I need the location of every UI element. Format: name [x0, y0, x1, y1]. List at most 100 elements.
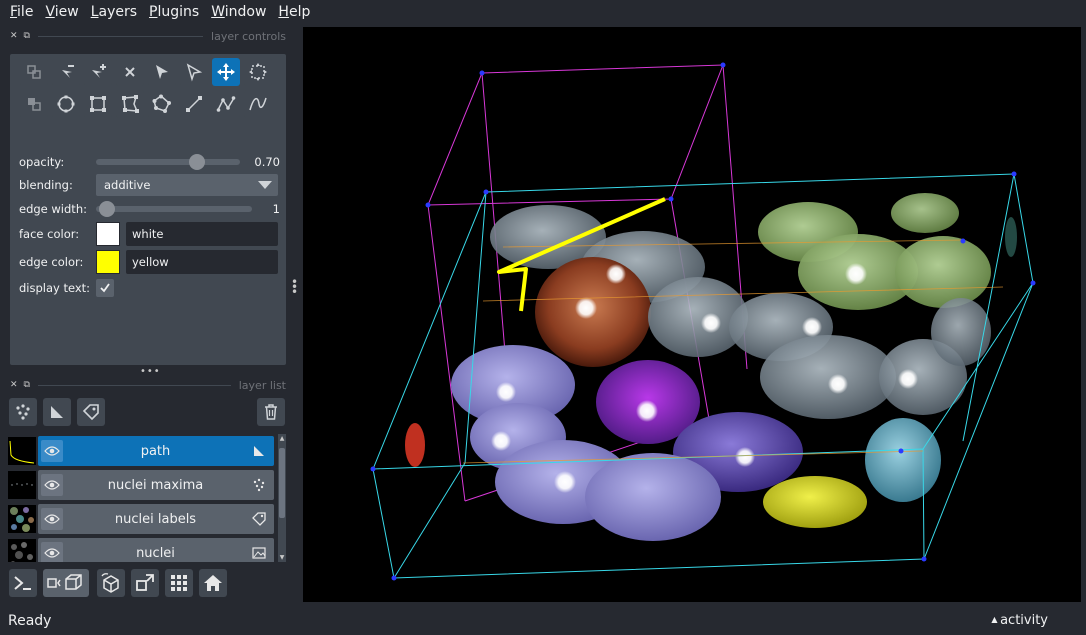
chevron-up-icon: ▲	[991, 615, 1001, 624]
edge-width-slider[interactable]	[96, 201, 252, 217]
add-vertex-icon[interactable]	[84, 58, 112, 86]
close-dock-icon[interactable]: ✕	[10, 380, 18, 390]
3d-scene[interactable]	[303, 27, 1081, 602]
face-color-swatch[interactable]	[96, 222, 120, 246]
eye-icon	[44, 480, 60, 490]
console-button[interactable]	[9, 569, 37, 597]
edge-width-slider-handle[interactable]	[99, 201, 116, 217]
direct-select-icon[interactable]	[180, 58, 208, 86]
edge-color-value: yellow	[132, 255, 169, 269]
edge-color-label: edge color:	[19, 255, 84, 269]
checkmark-icon	[100, 283, 110, 293]
layer-name[interactable]: nuclei	[63, 546, 248, 561]
polyline-icon[interactable]	[244, 90, 272, 118]
close-dock-icon[interactable]: ✕	[10, 31, 18, 41]
menu-window[interactable]: Window	[205, 4, 272, 20]
viewer-canvas[interactable]	[303, 27, 1081, 602]
display-text-checkbox[interactable]	[96, 279, 114, 297]
dock-resize-handle[interactable]: • • •	[291, 276, 298, 298]
visibility-toggle[interactable]	[41, 440, 63, 462]
opacity-slider[interactable]	[96, 154, 240, 170]
opacity-slider-handle[interactable]	[188, 154, 205, 170]
edge-width-value: 1	[272, 202, 280, 216]
layer-row-path[interactable]: path	[8, 436, 276, 466]
float-dock-icon[interactable]: ⧉	[24, 380, 30, 390]
activity-label: activity	[1000, 613, 1048, 628]
layer-row-nuclei-maxima[interactable]: nuclei maxima	[8, 470, 276, 500]
status-text: Ready	[8, 612, 52, 629]
menu-window-label: indow	[224, 4, 267, 20]
face-color-input[interactable]: white	[126, 222, 278, 246]
menu-help-label: elp	[288, 4, 311, 20]
layer-list-titlebar: ✕ ⧉ layer list	[10, 375, 286, 395]
menu-layers[interactable]: Layers	[85, 4, 143, 20]
move-back-icon[interactable]	[20, 90, 48, 118]
new-labels-layer-button[interactable]	[77, 398, 105, 426]
layer-name[interactable]: nuclei labels	[63, 512, 248, 527]
layer-row-nuclei-labels[interactable]: nuclei labels	[8, 504, 276, 534]
delete-layer-button[interactable]	[257, 398, 285, 426]
edge-color-input[interactable]: yellow	[126, 250, 278, 274]
menu-layers-mnemonic: L	[90, 4, 99, 20]
delete-vertex-icon[interactable]	[52, 58, 80, 86]
grid-icon	[171, 575, 187, 591]
menu-layers-label: ayers	[98, 4, 138, 20]
nuclei-volume	[405, 193, 1017, 541]
rectangle-icon[interactable]	[84, 90, 112, 118]
labels-icon	[82, 404, 99, 421]
menu-plugins[interactable]: Plugins	[143, 4, 205, 20]
menu-file[interactable]: File	[4, 4, 39, 20]
new-shapes-layer-button[interactable]	[43, 398, 71, 426]
menu-window-mnemonic: W	[211, 4, 225, 20]
polygon-icon[interactable]	[116, 90, 144, 118]
scroll-up-icon[interactable]: ▲	[278, 435, 286, 442]
blending-dropdown[interactable]: additive	[96, 174, 278, 196]
layer-controls-title: layer controls	[211, 29, 286, 43]
delete-shape-icon[interactable]	[116, 58, 144, 86]
scrollbar-thumb[interactable]	[279, 448, 285, 518]
path-icon[interactable]	[212, 90, 240, 118]
home-button[interactable]	[199, 569, 227, 597]
layer-row-nuclei[interactable]: nuclei	[8, 538, 276, 562]
edge-color-swatch[interactable]	[96, 250, 120, 274]
layer-thumbnail	[8, 505, 36, 533]
visibility-toggle[interactable]	[41, 474, 63, 496]
console-icon	[14, 576, 31, 590]
menu-plugins-label: lugins	[157, 4, 200, 20]
layer-thumbnail	[8, 539, 36, 562]
shapes-icon	[248, 440, 270, 462]
layer-list-scrollbar[interactable]: ▲ ▼	[278, 434, 286, 562]
grid-view-button[interactable]	[165, 569, 193, 597]
transpose-dims-button[interactable]	[131, 569, 159, 597]
scroll-down-icon[interactable]: ▼	[278, 554, 286, 561]
activity-button[interactable]: ▲ activity	[991, 613, 1048, 628]
visibility-toggle[interactable]	[41, 508, 63, 530]
layer-list-title: layer list	[238, 378, 286, 392]
roll-dims-button[interactable]	[97, 569, 125, 597]
visibility-toggle[interactable]	[41, 542, 63, 562]
display-text-label: display text:	[19, 281, 91, 295]
layer-controls-titlebar: ✕ ⧉ layer controls	[10, 26, 286, 46]
polygon-lasso-icon[interactable]	[148, 90, 176, 118]
pan-zoom-icon[interactable]	[212, 58, 240, 86]
ellipse-icon[interactable]	[52, 90, 80, 118]
opacity-label: opacity:	[19, 155, 65, 169]
transform-icon[interactable]	[244, 58, 272, 86]
layer-list: path nuclei maxima nuclei labels nuclei	[8, 434, 276, 562]
layer-name[interactable]: nuclei maxima	[63, 478, 248, 493]
cube-3d-icon	[47, 574, 82, 590]
shape-select-icon[interactable]	[20, 58, 48, 86]
layer-controls-panel: opacity: 0.70 blending: additive edge wi…	[10, 54, 286, 365]
select-shape-icon[interactable]	[148, 58, 176, 86]
ndisplay-toggle-button[interactable]	[43, 569, 89, 597]
menu-view[interactable]: View	[39, 4, 84, 20]
float-dock-icon[interactable]: ⧉	[24, 31, 30, 41]
status-bar: Ready ▲ activity	[0, 606, 1086, 635]
line-icon[interactable]	[180, 90, 208, 118]
eye-icon	[44, 514, 60, 524]
menu-help[interactable]: Help	[272, 4, 316, 20]
layer-thumbnail	[8, 437, 36, 465]
new-points-layer-button[interactable]	[9, 398, 37, 426]
left-dock: ✕ ⧉ layer controls opacity: 0.70 blendin…	[0, 24, 296, 602]
layer-name[interactable]: path	[63, 444, 248, 459]
